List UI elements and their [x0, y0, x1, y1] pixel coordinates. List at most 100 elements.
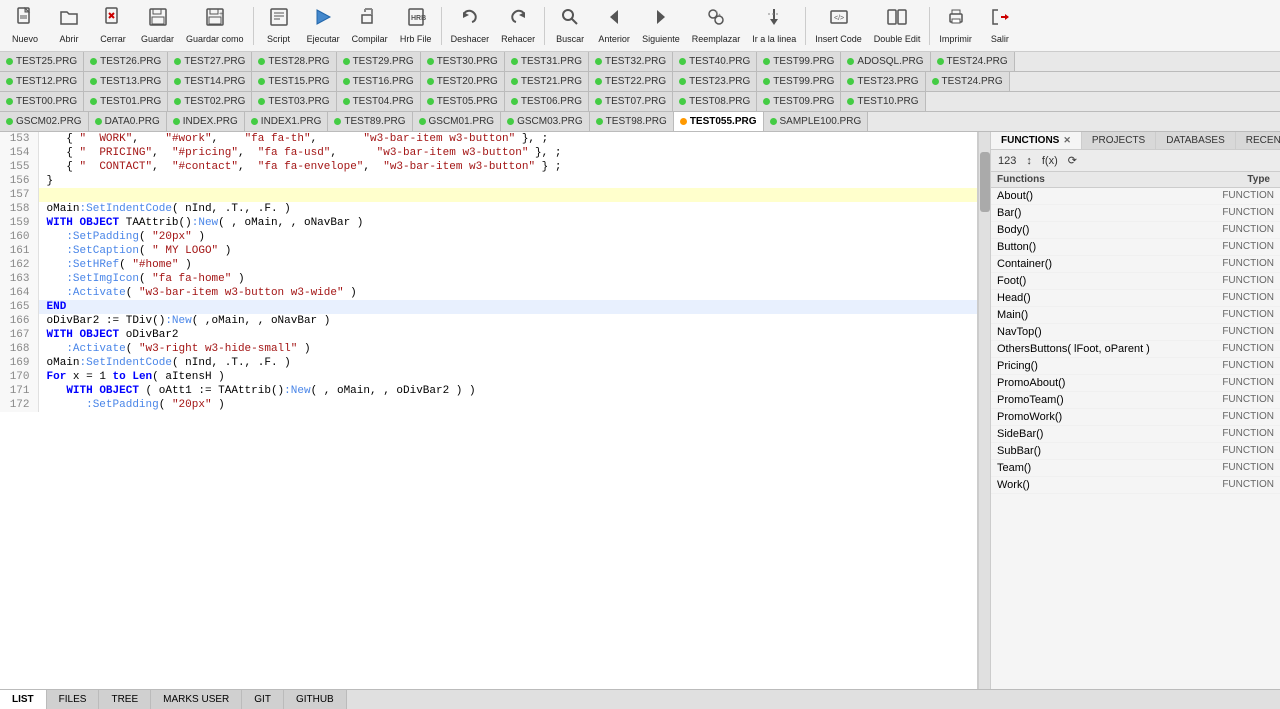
right-tab-recents[interactable]: RECENTS: [1236, 132, 1280, 149]
tab-gscm01-prg[interactable]: GSCM01.PRG: [413, 112, 502, 131]
code-line[interactable]: 171 WITH OBJECT ( oAtt1 := TAAttrib():Ne…: [0, 384, 977, 398]
compilar-button[interactable]: Compilar: [347, 3, 393, 49]
tab-test055-prg[interactable]: TEST055.PRG: [674, 112, 764, 131]
code-line[interactable]: 160 :SetPadding( "20px" ): [0, 230, 977, 244]
code-line[interactable]: 154 { " PRICING", "#pricing", "fa fa-usd…: [0, 146, 977, 160]
vertical-scrollbar[interactable]: [978, 132, 990, 689]
tab-test27-prg[interactable]: TEST27.PRG: [168, 52, 252, 71]
tab-test40-prg[interactable]: TEST40.PRG: [673, 52, 757, 71]
function-item[interactable]: Pricing()FUNCTION: [991, 358, 1280, 375]
buscar-button[interactable]: Buscar: [549, 3, 591, 49]
function-item[interactable]: Container()FUNCTION: [991, 256, 1280, 273]
anterior-button[interactable]: Anterior: [593, 3, 635, 49]
tab-test28-prg[interactable]: TEST28.PRG: [252, 52, 336, 71]
hrb-file-button[interactable]: HRB Hrb File: [395, 3, 437, 49]
tab-test13-prg[interactable]: TEST13.PRG: [84, 72, 168, 91]
tab-test14-prg[interactable]: TEST14.PRG: [168, 72, 252, 91]
tab-test21-prg[interactable]: TEST21.PRG: [505, 72, 589, 91]
tab-test26-prg[interactable]: TEST26.PRG: [84, 52, 168, 71]
function-item[interactable]: About()FUNCTION: [991, 188, 1280, 205]
right-tab-databases[interactable]: DATABASES: [1156, 132, 1236, 149]
abrir-button[interactable]: Abrir: [48, 3, 90, 49]
double-edit-button[interactable]: Double Edit: [869, 3, 926, 49]
tab-test24-prg[interactable]: TEST24.PRG: [926, 72, 1010, 91]
code-line[interactable]: 172 :SetPadding( "20px" ): [0, 398, 977, 412]
bottom-tab-list[interactable]: LIST: [0, 690, 47, 709]
sort-button[interactable]: 123: [995, 154, 1019, 168]
bottom-tab-tree[interactable]: TREE: [99, 690, 151, 709]
tab-sample100-prg[interactable]: SAMPLE100.PRG: [764, 112, 869, 131]
reemplazar-button[interactable]: Reemplazar: [687, 3, 746, 49]
code-line[interactable]: 158oMain:SetIndentCode( nInd, .T., .F. ): [0, 202, 977, 216]
code-line[interactable]: 166oDivBar2 := TDiv():New( ,oMain, , oNa…: [0, 314, 977, 328]
function-item[interactable]: Body()FUNCTION: [991, 222, 1280, 239]
tab-test05-prg[interactable]: TEST05.PRG: [421, 92, 505, 111]
code-line[interactable]: 164 :Activate( "w3-bar-item w3-button w3…: [0, 286, 977, 300]
refresh-button[interactable]: ⟳: [1065, 153, 1080, 168]
tab-test99-prg[interactable]: TEST99.PRG: [757, 52, 841, 71]
tab-test04-prg[interactable]: TEST04.PRG: [337, 92, 421, 111]
bottom-tab-git[interactable]: GIT: [242, 690, 284, 709]
code-line[interactable]: 169oMain:SetIndentCode( nInd, .T., .F. ): [0, 356, 977, 370]
code-editor[interactable]: 153 { " WORK", "#work", "fa fa-th", "w3-…: [0, 132, 977, 689]
code-line[interactable]: 163 :SetImgIcon( "fa fa-home" ): [0, 272, 977, 286]
tab-test12-prg[interactable]: TEST12.PRG: [0, 72, 84, 91]
tab-test31-prg[interactable]: TEST31.PRG: [505, 52, 589, 71]
function-item[interactable]: Work()FUNCTION: [991, 477, 1280, 494]
rehacer-button[interactable]: Rehacer: [496, 3, 540, 49]
bottom-tab-marks-user[interactable]: MARKS USER: [151, 690, 242, 709]
function-item[interactable]: PromoTeam()FUNCTION: [991, 392, 1280, 409]
function-item[interactable]: Button()FUNCTION: [991, 239, 1280, 256]
tab-test32-prg[interactable]: TEST32.PRG: [589, 52, 673, 71]
ir-a-linea-button[interactable]: Ir a la linea: [747, 3, 801, 49]
code-line[interactable]: 156}: [0, 174, 977, 188]
tab-test24-prg[interactable]: TEST24.PRG: [931, 52, 1015, 71]
function-item[interactable]: SubBar()FUNCTION: [991, 443, 1280, 460]
code-line[interactable]: 167WITH OBJECT oDivBar2: [0, 328, 977, 342]
tab-gscm03-prg[interactable]: GSCM03.PRG: [501, 112, 590, 131]
function-item[interactable]: Main()FUNCTION: [991, 307, 1280, 324]
tab-adosql-prg[interactable]: ADOSQL.PRG: [841, 52, 930, 71]
fx-button[interactable]: f(x): [1039, 154, 1061, 168]
right-tab-functions[interactable]: FUNCTIONS✕: [991, 132, 1082, 149]
function-item[interactable]: OthersButtons( lFoot, oParent )FUNCTION: [991, 341, 1280, 358]
code-line[interactable]: 170For x = 1 to Len( aItensH ): [0, 370, 977, 384]
function-item[interactable]: Team()FUNCTION: [991, 460, 1280, 477]
code-line[interactable]: 162 :SetHRef( "#home" ): [0, 258, 977, 272]
tab-test23-prg[interactable]: TEST23.PRG: [841, 72, 925, 91]
code-line[interactable]: 161 :SetCaption( " MY LOGO" ): [0, 244, 977, 258]
close-right-tab-icon[interactable]: ✕: [1063, 135, 1071, 145]
cerrar-button[interactable]: Cerrar: [92, 3, 134, 49]
tab-test98-prg[interactable]: TEST98.PRG: [590, 112, 674, 131]
code-line[interactable]: 168 :Activate( "w3-right w3-hide-small" …: [0, 342, 977, 356]
ejecutar-button[interactable]: Ejecutar: [302, 3, 345, 49]
function-item[interactable]: Foot()FUNCTION: [991, 273, 1280, 290]
tab-test23-prg[interactable]: TEST23.PRG: [673, 72, 757, 91]
tab-test03-prg[interactable]: TEST03.PRG: [252, 92, 336, 111]
tab-test01-prg[interactable]: TEST01.PRG: [84, 92, 168, 111]
function-item[interactable]: Head()FUNCTION: [991, 290, 1280, 307]
function-item[interactable]: PromoAbout()FUNCTION: [991, 375, 1280, 392]
nuevo-button[interactable]: Nuevo: [4, 3, 46, 49]
tab-test25-prg[interactable]: TEST25.PRG: [0, 52, 84, 71]
function-item[interactable]: SideBar()FUNCTION: [991, 426, 1280, 443]
tab-test10-prg[interactable]: TEST10.PRG: [841, 92, 925, 111]
function-item[interactable]: NavTop()FUNCTION: [991, 324, 1280, 341]
function-item[interactable]: PromoWork()FUNCTION: [991, 409, 1280, 426]
tab-test09-prg[interactable]: TEST09.PRG: [757, 92, 841, 111]
code-line[interactable]: 155 { " CONTACT", "#contact", "fa fa-env…: [0, 160, 977, 174]
tab-test15-prg[interactable]: TEST15.PRG: [252, 72, 336, 91]
tab-index1-prg[interactable]: INDEX1.PRG: [245, 112, 329, 131]
tab-test00-prg[interactable]: TEST00.PRG: [0, 92, 84, 111]
insert-code-button[interactable]: </> Insert Code: [810, 3, 867, 49]
bottom-tab-github[interactable]: GITHUB: [284, 690, 347, 709]
tab-test22-prg[interactable]: TEST22.PRG: [589, 72, 673, 91]
tab-data0-prg[interactable]: DATA0.PRG: [89, 112, 167, 131]
tab-index-prg[interactable]: INDEX.PRG: [167, 112, 245, 131]
filter-button[interactable]: ↕: [1023, 154, 1035, 168]
siguiente-button[interactable]: Siguiente: [637, 3, 685, 49]
function-item[interactable]: Bar()FUNCTION: [991, 205, 1280, 222]
tab-test29-prg[interactable]: TEST29.PRG: [337, 52, 421, 71]
guardar-button[interactable]: Guardar: [136, 3, 179, 49]
code-line[interactable]: 165END: [0, 300, 977, 314]
